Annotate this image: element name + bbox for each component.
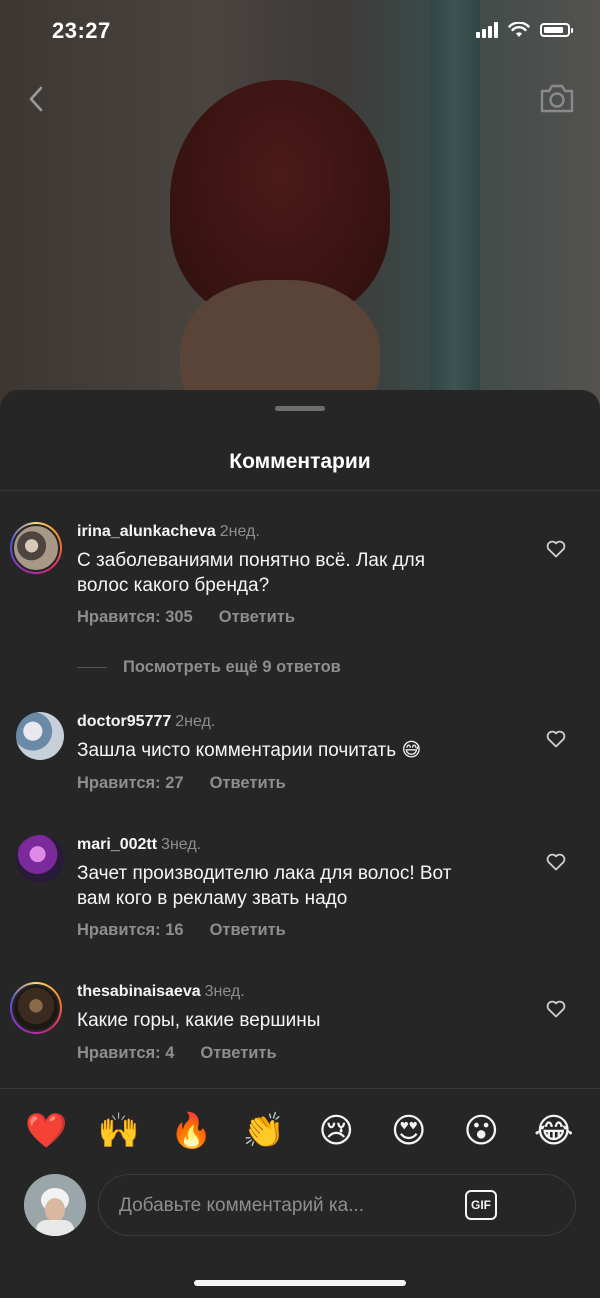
status-time: 23:27 xyxy=(52,18,111,43)
cellular-signal-icon xyxy=(476,22,498,38)
sheet-title: Комментарии xyxy=(229,450,371,473)
view-more-replies-button[interactable]: Посмотреть ещё 9 ответов xyxy=(77,658,341,677)
comment-meta: Нравится: 4 Ответить xyxy=(77,1044,303,1063)
emoji-surprised-button[interactable]: 😮 xyxy=(456,1111,506,1151)
like-heart-icon[interactable] xyxy=(546,540,566,558)
comment-username[interactable]: thesabinaisaeva xyxy=(77,983,201,1000)
comment-text-line: С заболеваниями понятно всё. Лак для xyxy=(77,550,426,571)
comment-time: 3нед. xyxy=(161,836,202,853)
comment-text: С заболеваниями понятно всё. Лак для вол… xyxy=(77,548,497,598)
comment-text: Зачет производителю лака для волос! Вот … xyxy=(77,861,497,911)
emoji-laughing-button[interactable]: 😂 xyxy=(529,1111,579,1151)
gif-button[interactable]: GIF xyxy=(465,1190,497,1220)
like-count: Нравится: 27 xyxy=(77,774,184,792)
comment-meta: Нравится: 305 Ответить xyxy=(77,608,321,627)
comment-text: Какие горы, какие вершины xyxy=(77,1008,497,1033)
like-count: Нравится: 305 xyxy=(77,608,193,626)
comments-sheet: Комментарии irina_alunkacheva 2нед. С заб… xyxy=(0,390,600,1298)
comment-text-line: Зашла чисто комментарии почитать 😅 xyxy=(77,740,422,761)
sheet-grabber[interactable] xyxy=(275,406,325,411)
comment-header: doctor95777 2нед. xyxy=(77,713,215,731)
like-count: Нравится: 4 xyxy=(77,1044,175,1062)
emoji-crying-button[interactable]: 😢 xyxy=(311,1111,361,1151)
reply-button[interactable]: Ответить xyxy=(210,774,286,792)
header-divider xyxy=(0,490,600,491)
reply-button[interactable]: Ответить xyxy=(219,608,295,626)
comment-composer: GIF xyxy=(98,1174,576,1236)
emoji-heart-eyes-button[interactable]: 😍 xyxy=(384,1111,434,1151)
current-user-avatar xyxy=(24,1174,86,1236)
comment-text-line: Какие горы, какие вершины xyxy=(77,1010,321,1031)
home-indicator xyxy=(194,1280,406,1286)
current-user-avatar-image xyxy=(24,1174,86,1236)
comment-text-line: Зачет производителю лака для волос! Вот xyxy=(77,863,452,884)
emoji-fire-button[interactable]: 🔥 xyxy=(166,1111,216,1151)
comment-text-line: волос какого бренда? xyxy=(77,575,270,596)
comment-time: 2нед. xyxy=(175,713,216,730)
like-heart-icon[interactable] xyxy=(546,853,566,871)
comment-header: thesabinaisaeva 3нед. xyxy=(77,983,245,1001)
replies-divider-line xyxy=(77,667,107,668)
comment-header: irina_alunkacheva 2нед. xyxy=(77,523,260,541)
avatar[interactable] xyxy=(10,522,62,574)
like-heart-icon[interactable] xyxy=(546,730,566,748)
comment-text-line: вам кого в рекламу звать надо xyxy=(77,888,348,909)
status-bar: 23:27 xyxy=(0,0,600,66)
emoji-raised-hands-button[interactable]: 🙌 xyxy=(94,1111,144,1151)
composer-divider xyxy=(0,1088,600,1089)
status-icons xyxy=(476,22,573,38)
comment-text: Зашла чисто комментарии почитать 😅 xyxy=(77,738,497,763)
wifi-icon xyxy=(508,22,530,37)
like-heart-icon[interactable] xyxy=(546,1000,566,1018)
comment-username[interactable]: doctor95777 xyxy=(77,713,171,730)
camera-icon[interactable] xyxy=(538,80,576,116)
emoji-heart-button[interactable]: ❤️ xyxy=(21,1111,71,1151)
comment-username[interactable]: irina_alunkacheva xyxy=(77,523,216,540)
comment-header: mari_002tt 3нед. xyxy=(77,836,201,854)
comment-meta: Нравится: 16 Ответить xyxy=(77,921,312,940)
like-count: Нравится: 16 xyxy=(77,921,184,939)
avatar[interactable] xyxy=(16,835,64,883)
comment-time: 3нед. xyxy=(204,983,245,1000)
reply-button[interactable]: Ответить xyxy=(210,921,286,939)
battery-icon xyxy=(540,23,573,37)
emoji-clap-button[interactable]: 👏 xyxy=(239,1111,289,1151)
avatar[interactable] xyxy=(10,982,62,1034)
emoji-reaction-bar: ❤️ 🙌 🔥 👏 😢 😍 😮 😂 xyxy=(0,1096,600,1166)
view-more-replies-label: Посмотреть ещё 9 ответов xyxy=(123,658,341,676)
reply-button[interactable]: Ответить xyxy=(200,1044,276,1062)
comment-meta: Нравится: 27 Ответить xyxy=(77,774,312,793)
back-chevron-icon[interactable] xyxy=(22,82,52,116)
comment-username[interactable]: mari_002tt xyxy=(77,836,157,853)
comment-time: 2нед. xyxy=(219,523,260,540)
avatar[interactable] xyxy=(16,712,64,760)
comment-input[interactable] xyxy=(117,1189,451,1223)
